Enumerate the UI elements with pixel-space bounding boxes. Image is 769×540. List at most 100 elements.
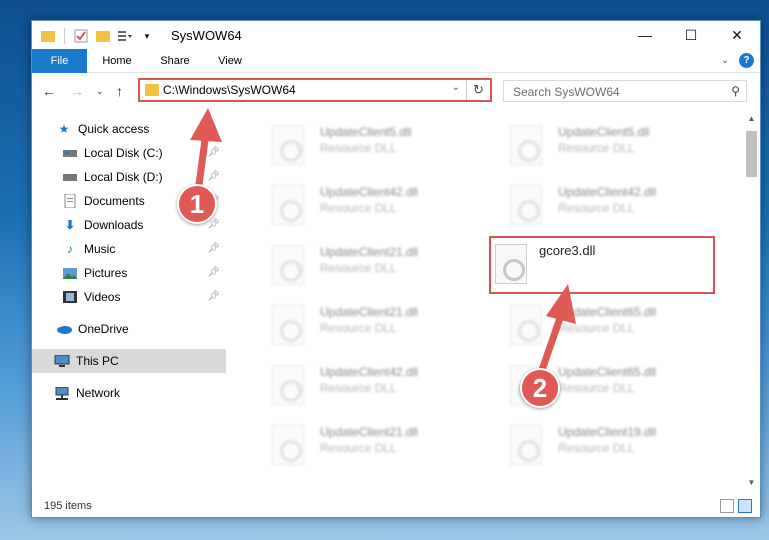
navigation-bar: ← → ⌄ ↑ C:\Windows\SysWOW64 ⌄ ↻ Search S…: [32, 73, 760, 109]
file-item[interactable]: UpdateClient42.dll Resource DLL: [248, 177, 478, 233]
forward-arrow-icon[interactable]: →: [70, 83, 84, 99]
file-item[interactable]: UpdateClient65.dll Resource DLL: [486, 297, 716, 353]
properties-icon[interactable]: [73, 28, 89, 44]
sidebar-item-quick-access[interactable]: ★ Quick access: [32, 117, 226, 141]
sidebar-item-label: Pictures: [84, 266, 128, 280]
view-switcher: [720, 499, 752, 513]
file-name: UpdateClient65.dll: [558, 305, 657, 319]
file-item[interactable]: UpdateClient5.dll Resource DLL: [486, 117, 716, 173]
scrollbar-thumb[interactable]: [746, 131, 757, 177]
recent-locations-icon[interactable]: ⌄: [96, 86, 104, 97]
network-icon: [54, 385, 70, 401]
file-type: Resource DLL: [320, 321, 397, 335]
up-arrow-icon[interactable]: ↑: [116, 83, 123, 99]
sidebar-item-label: Downloads: [84, 218, 144, 232]
expand-ribbon-icon[interactable]: ⌄: [721, 55, 729, 66]
pin-icon[interactable]: 📌︎: [207, 243, 220, 254]
file-type: Resource DLL: [320, 201, 397, 215]
file-type: Resource DLL: [558, 321, 635, 335]
customize-toolbar-icon[interactable]: [117, 28, 133, 44]
new-folder-icon[interactable]: [95, 28, 111, 44]
file-item[interactable]: UpdateClient19.dll Resource DLL: [486, 417, 716, 473]
file-name: UpdateClient5.dll: [558, 125, 650, 139]
file-item[interactable]: UpdateClient42.dll Resource DLL: [486, 177, 716, 233]
address-bar[interactable]: C:\Windows\SysWOW64 ⌄ ↻: [138, 78, 492, 102]
file-name: UpdateClient21.dll: [320, 305, 419, 319]
help-icon[interactable]: ?: [739, 53, 754, 68]
file-item[interactable]: UpdateClient21.dll Resource DLL: [248, 417, 478, 473]
pictures-icon: [62, 265, 78, 281]
file-type: Resource DLL: [558, 201, 635, 215]
navigation-pane: ★ Quick access Local Disk (C:) 📌︎ Local …: [32, 117, 226, 487]
sidebar-item-local-disk-c[interactable]: Local Disk (C:) 📌︎: [32, 141, 226, 165]
sidebar-item-label: Local Disk (D:): [84, 170, 163, 184]
tab-home[interactable]: Home: [94, 49, 140, 73]
file-type: Resource DLL: [558, 141, 635, 155]
dll-file-icon: [510, 425, 542, 465]
details-view-icon[interactable]: [720, 499, 734, 513]
file-item[interactable]: UpdateClient5.dll Resource DLL: [248, 117, 478, 173]
dll-file-icon: [272, 365, 304, 405]
pin-icon[interactable]: 📌︎: [207, 267, 220, 278]
tab-view[interactable]: View: [208, 49, 252, 73]
quick-access-toolbar: ▾: [40, 27, 155, 45]
pin-icon[interactable]: 📌︎: [207, 219, 220, 230]
sidebar-item-label: Documents: [84, 194, 145, 208]
file-name: UpdateClient19.dll: [558, 425, 657, 439]
star-icon: ★: [58, 122, 70, 136]
dll-file-icon: [272, 245, 304, 285]
sidebar-item-label: Videos: [84, 290, 121, 304]
file-type: Resource DLL: [320, 261, 397, 275]
file-item[interactable]: UpdateClient21.dll Resource DLL: [248, 237, 478, 293]
large-icons-view-icon[interactable]: [738, 499, 752, 513]
minimize-button[interactable]: ―: [622, 21, 668, 49]
ribbon-right-controls: ⌄ ?: [721, 53, 754, 68]
sidebar-item-music[interactable]: ♪ Music 📌︎: [32, 237, 226, 261]
file-item[interactable]: UpdateClient42.dll Resource DLL: [248, 357, 478, 413]
dll-file-icon: [495, 244, 527, 284]
file-name: UpdateClient21.dll: [320, 245, 419, 259]
gcore3-file-item[interactable]: gcore3.dll: [489, 236, 715, 294]
file-name: UpdateClient5.dll: [320, 125, 412, 139]
search-icon[interactable]: ⚲: [731, 84, 740, 98]
tab-file[interactable]: File: [32, 49, 87, 73]
pin-icon[interactable]: 📌︎: [207, 147, 220, 158]
window-controls: ― ☐ ✕: [622, 21, 760, 49]
documents-icon: [62, 193, 78, 209]
refresh-icon[interactable]: ↻: [466, 80, 490, 100]
address-path[interactable]: C:\Windows\SysWOW64: [163, 83, 296, 97]
drive-icon: [62, 169, 78, 185]
folder-icon[interactable]: [40, 28, 56, 44]
callout-2: 2: [520, 368, 560, 408]
sidebar-item-label: Network: [76, 386, 121, 400]
sidebar-item-label: This PC: [76, 354, 119, 368]
explorer-window: ▾ SysWOW64 ― ☐ ✕ File Home Share View ⌄ …: [31, 20, 761, 518]
search-input[interactable]: Search SysWOW64 ⚲: [503, 80, 747, 102]
sidebar-item-pictures[interactable]: Pictures 📌︎: [32, 261, 226, 285]
chevron-down-icon[interactable]: ▾: [139, 28, 155, 44]
dll-file-icon: [510, 185, 542, 225]
close-button[interactable]: ✕: [714, 21, 760, 49]
file-item[interactable]: UpdateClient21.dll Resource DLL: [248, 297, 478, 353]
callout-1: 1: [177, 184, 217, 224]
scroll-up-icon[interactable]: ▲: [743, 111, 760, 127]
sidebar-item-onedrive[interactable]: OneDrive: [32, 317, 226, 341]
file-type: Resource DLL: [558, 381, 635, 395]
search-placeholder: Search SysWOW64: [513, 85, 620, 99]
sidebar-item-videos[interactable]: Videos 📌︎: [32, 285, 226, 309]
vertical-scrollbar[interactable]: ▲ ▼: [743, 111, 760, 491]
tab-share[interactable]: Share: [152, 49, 198, 73]
dll-file-icon: [510, 125, 542, 165]
back-arrow-icon[interactable]: ←: [42, 83, 56, 99]
maximize-button[interactable]: ☐: [668, 21, 714, 49]
ribbon-tabs: File Home Share View ⌄ ?: [32, 49, 760, 73]
chevron-down-icon[interactable]: ⌄: [452, 82, 460, 93]
scroll-down-icon[interactable]: ▼: [743, 475, 760, 491]
pin-icon[interactable]: 📌︎: [207, 291, 220, 302]
file-list: UpdateClient5.dll Resource DLL UpdateCli…: [228, 111, 742, 491]
pin-icon[interactable]: 📌︎: [207, 171, 220, 182]
sidebar-item-this-pc[interactable]: This PC: [32, 349, 226, 373]
dll-file-icon: [510, 305, 542, 345]
toolbar-divider: [64, 28, 65, 44]
sidebar-item-network[interactable]: Network: [32, 381, 226, 405]
